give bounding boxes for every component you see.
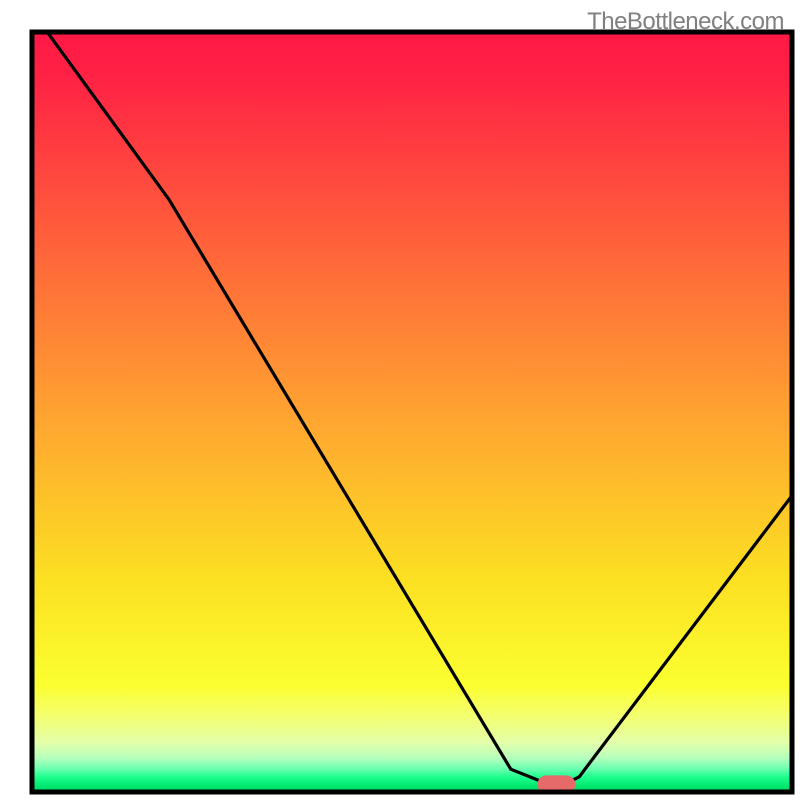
bottleneck-chart	[0, 0, 800, 800]
watermark-text: TheBottleneck.com	[587, 8, 784, 36]
chart-container: { "watermark": "TheBottleneck.com", "cha…	[0, 0, 800, 800]
gradient-background	[32, 32, 792, 792]
plot-area	[32, 32, 792, 793]
